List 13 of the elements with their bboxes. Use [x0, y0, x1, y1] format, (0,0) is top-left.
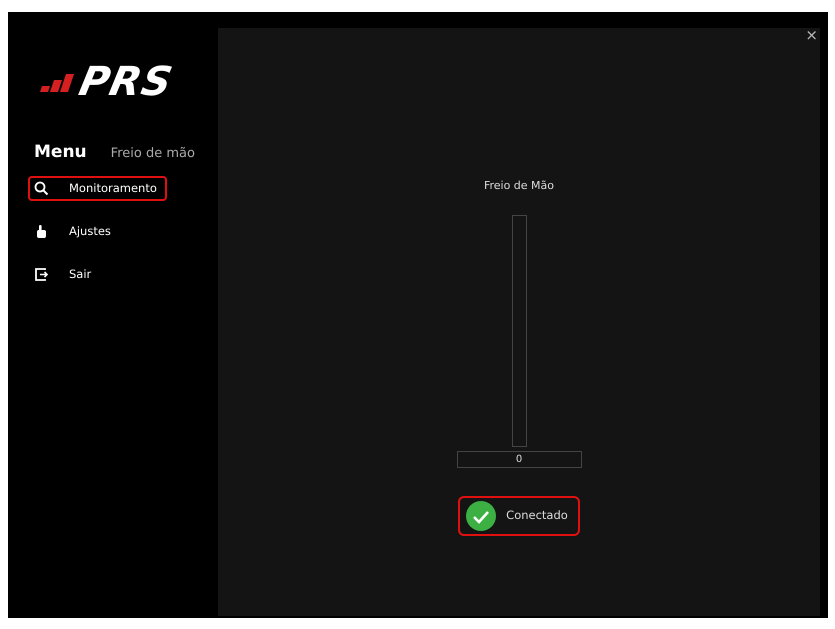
menu-item[interactable]: Sair: [28, 262, 102, 288]
menu-item[interactable]: Monitoramento: [28, 176, 167, 201]
logo-text: PRS: [76, 62, 176, 102]
exit-icon: [34, 267, 49, 282]
gauge-reading: 0: [456, 450, 582, 468]
page-subtitle: Freio de mão: [110, 145, 195, 163]
gauge-title: Freio de Mão: [484, 178, 554, 194]
menu-title: Menu: [34, 141, 87, 164]
close-button[interactable]: ×: [803, 26, 820, 45]
pointing-hand-icon: [34, 224, 49, 239]
menu-item[interactable]: Ajustes: [28, 218, 121, 244]
search-icon: [34, 180, 49, 196]
connection-status: Conectado: [458, 496, 580, 536]
